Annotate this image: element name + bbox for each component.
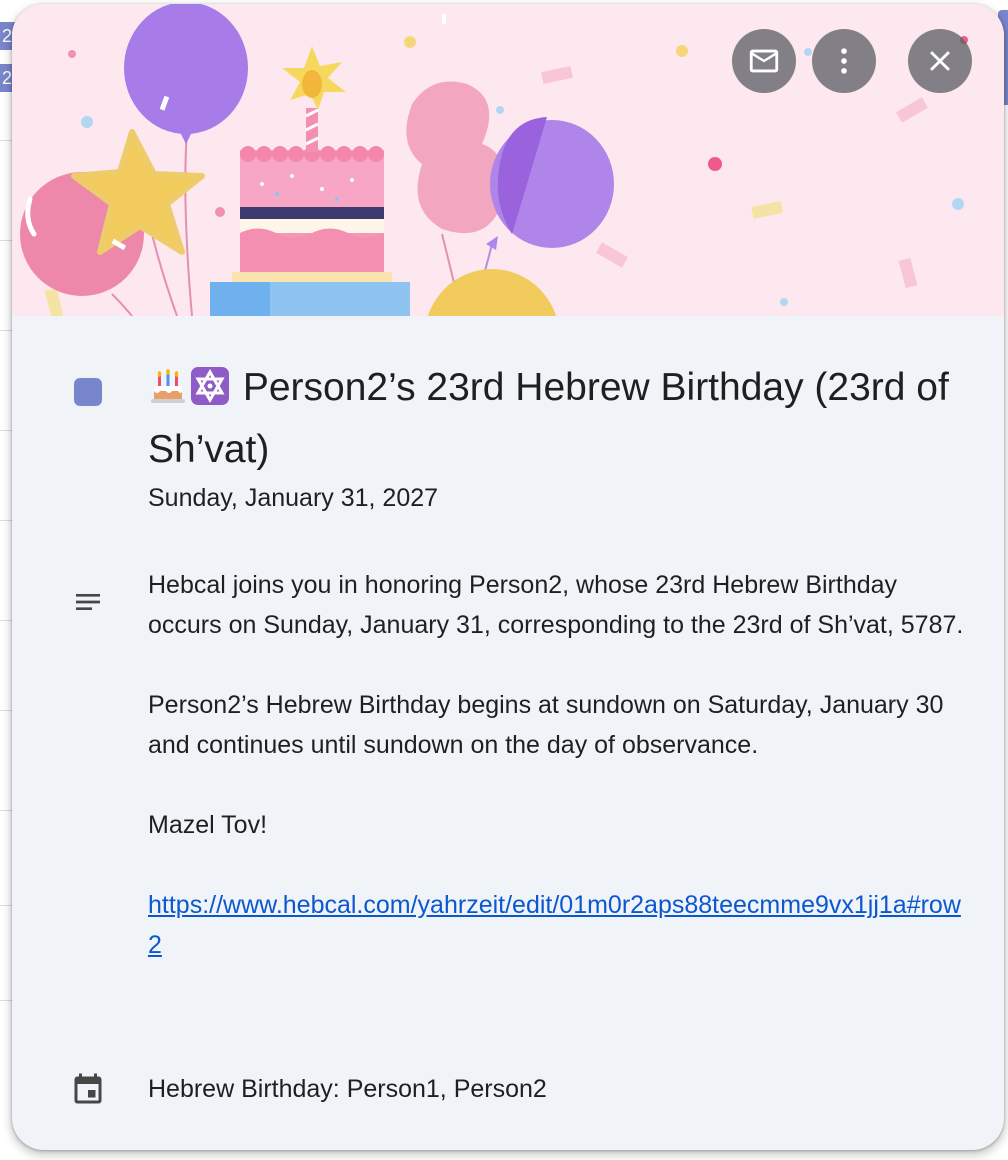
- email-guests-button[interactable]: [732, 29, 796, 93]
- calendar-icon: [74, 1073, 102, 1104]
- event-description: Hebcal joins you in honoring Person2, wh…: [148, 565, 972, 965]
- description-paragraph: Mazel Tov!: [148, 811, 268, 839]
- close-icon: [930, 51, 950, 71]
- mail-icon: [749, 49, 779, 73]
- hebcal-edit-link[interactable]: https://www.hebcal.com/yahrzeit/edit/01m…: [148, 891, 961, 959]
- star-of-david-emoji-icon: [190, 366, 230, 422]
- event-details-content: Person2’s 23rd Hebrew Birthday (23rd of …: [12, 316, 1004, 1150]
- description-paragraph: Person2’s Hebrew Birthday begins at sund…: [148, 691, 944, 759]
- event-title-text: Person2’s 23rd Hebrew Birthday (23rd of …: [148, 366, 949, 471]
- close-button[interactable]: [908, 29, 972, 93]
- calendar-name: Hebrew Birthday: Person1, Person2: [148, 1075, 547, 1103]
- event-title: Person2’s 23rd Hebrew Birthday (23rd of …: [148, 360, 968, 478]
- event-date: Sunday, January 31, 2027: [148, 484, 439, 512]
- description-paragraph: Hebcal joins you in honoring Person2, wh…: [148, 571, 964, 639]
- cake-emoji-icon: [148, 366, 188, 422]
- description-icon: [76, 594, 100, 610]
- event-color-indicator: [74, 378, 102, 406]
- more-options-button[interactable]: [812, 29, 876, 93]
- more-vert-icon: [841, 48, 847, 74]
- event-details-popup: Person2’s 23rd Hebrew Birthday (23rd of …: [12, 4, 1004, 1150]
